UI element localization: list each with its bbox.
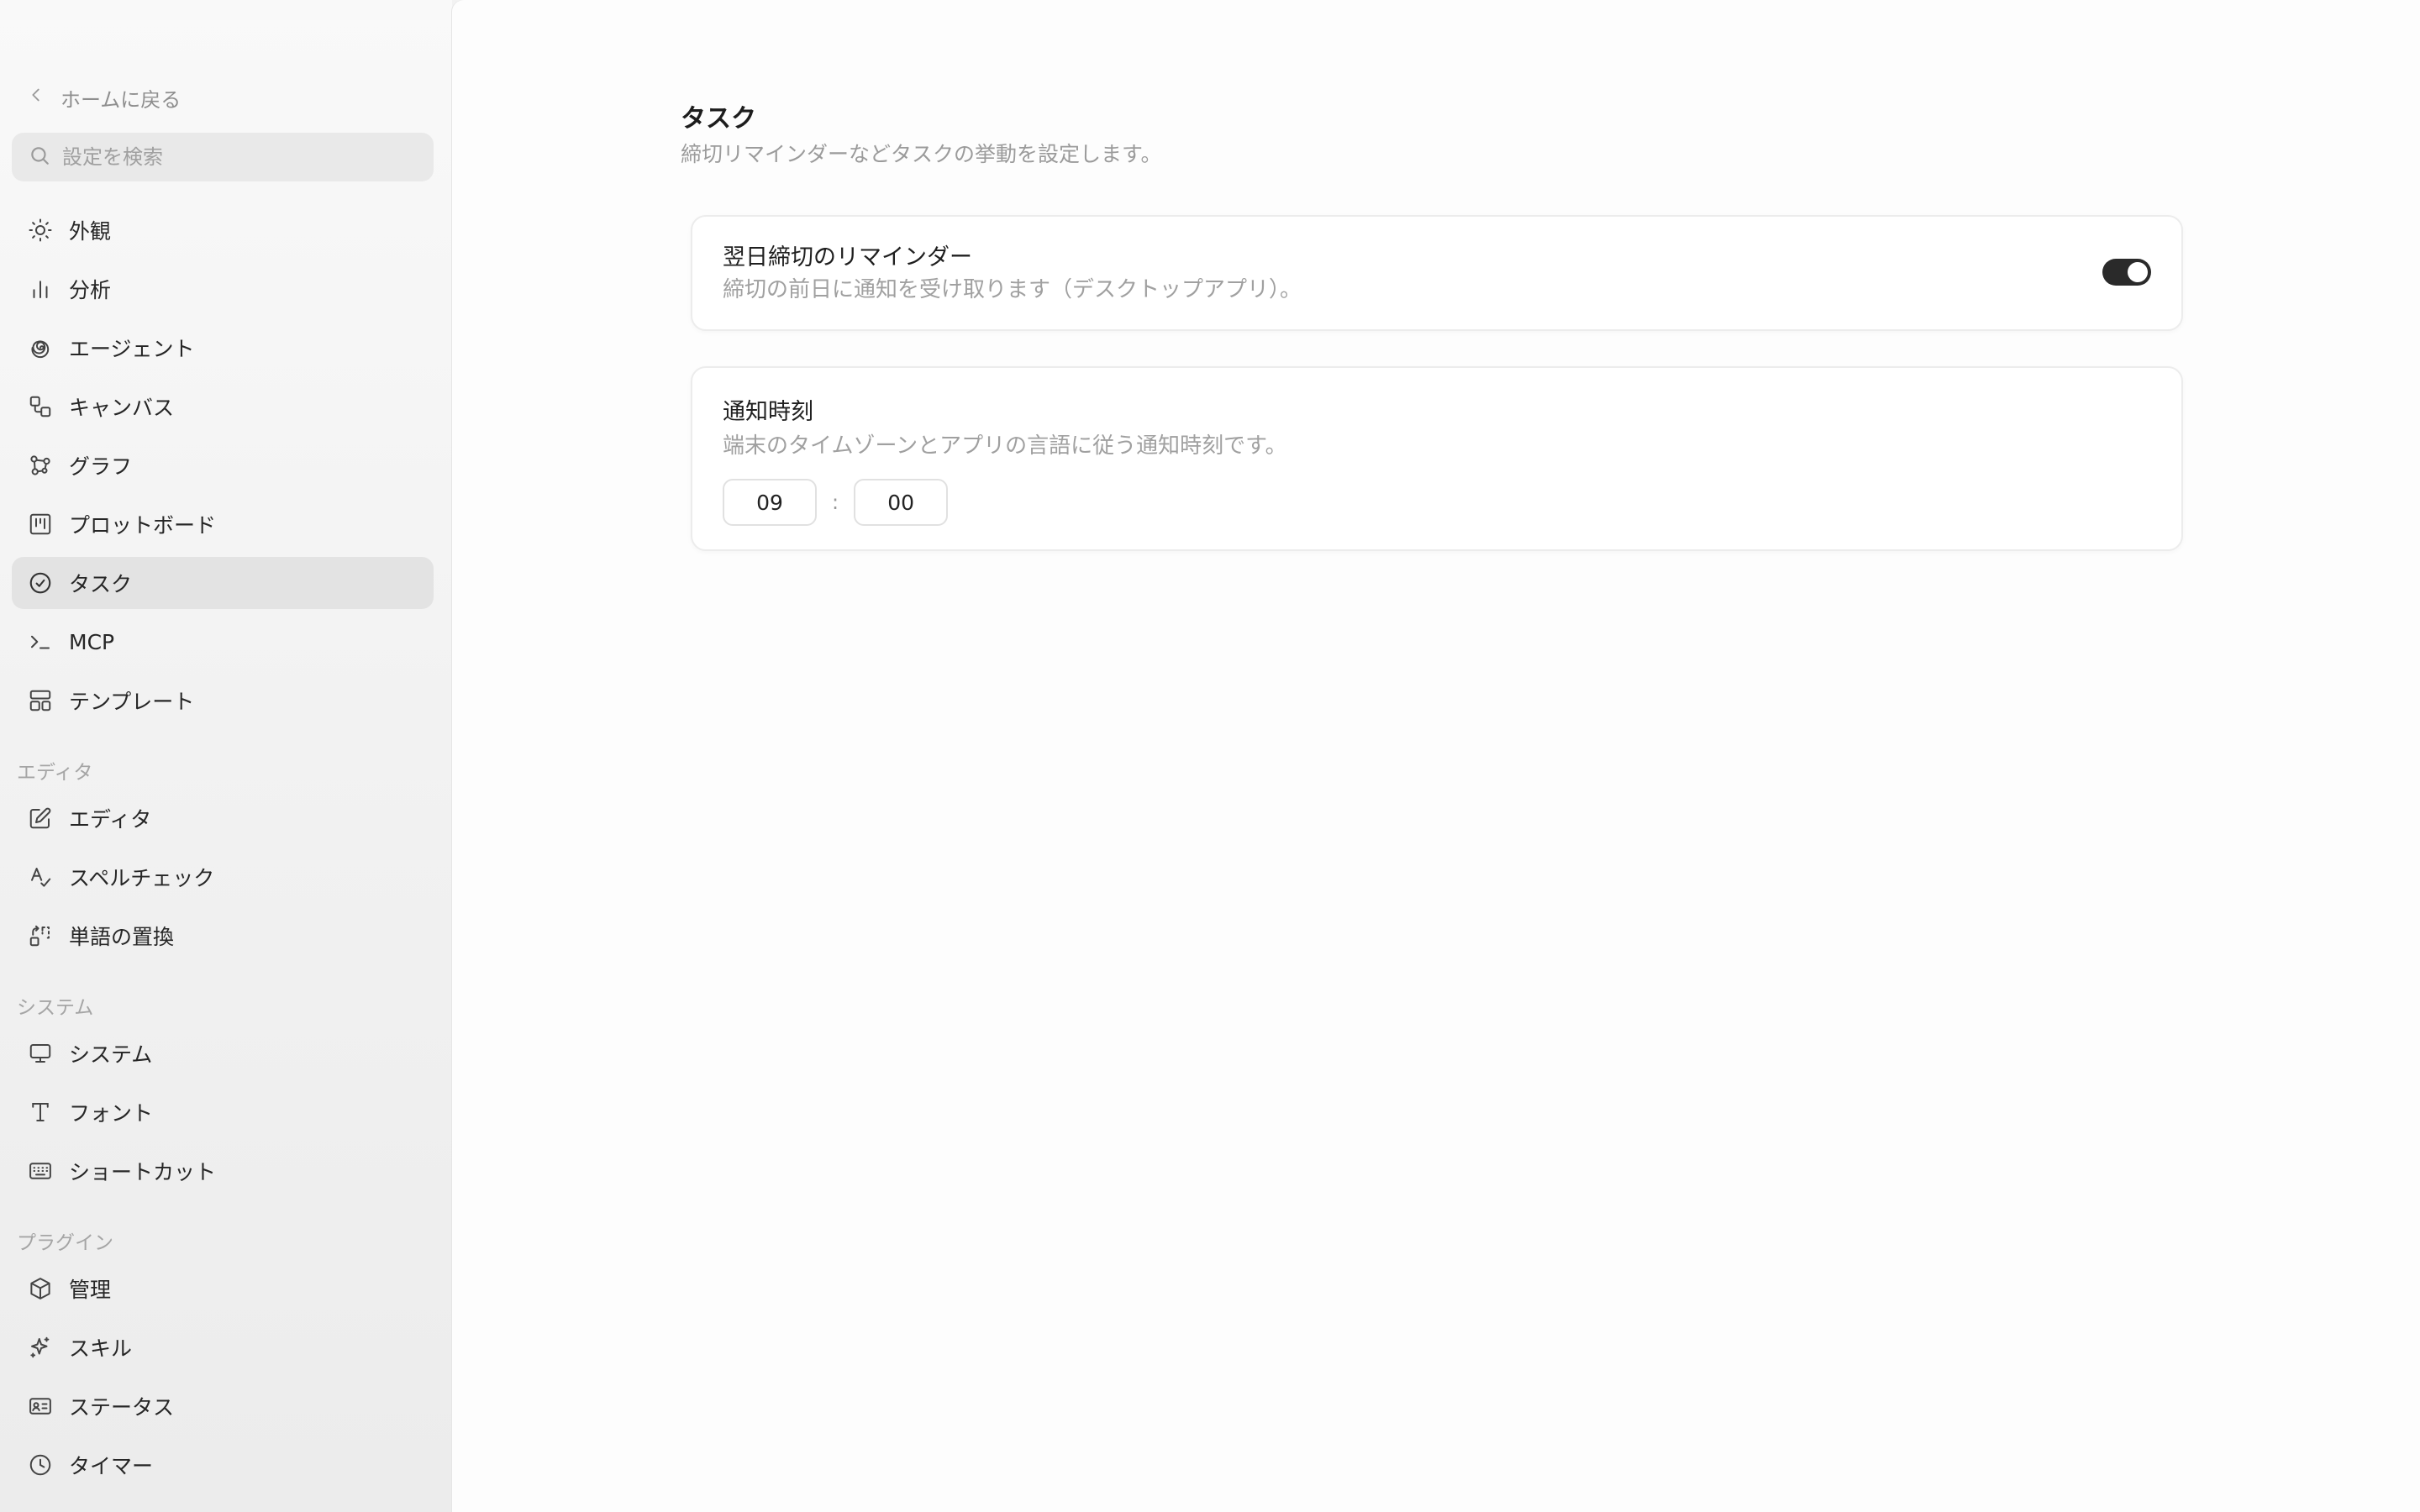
sidebar-item-label: ショートカット [69,1160,217,1184]
sidebar-item-manage[interactable]: 管理 [12,1263,434,1315]
sidebar-item-status[interactable]: ステータス [12,1380,434,1432]
sidebar-item-label: 分析 [69,278,112,302]
reminder-title: 翌日締切のリマインダー [723,244,972,270]
toggle-knob [2128,262,2148,282]
sidebar-item-spellcheck[interactable]: スペルチェック [12,851,434,903]
back-label: ホームに戻る [60,87,182,112]
settings-sidebar: ホームに戻る 外観 分析 エージェント [0,0,452,1512]
chevron-left-icon [27,86,45,109]
minute-input[interactable] [854,479,949,526]
page-title: タスク [681,104,756,134]
time-separator: : [832,491,839,514]
package-icon [27,1275,54,1302]
notify-time-description: 端末のタイムゾーンとアプリの言語に従う通知時刻です。 [723,433,1287,459]
edit-square-icon [27,805,54,832]
sidebar-item-skills[interactable]: スキル [12,1321,434,1373]
sidebar-item-graph[interactable]: グラフ [12,439,434,491]
sidebar-item-label: キャンバス [69,396,175,420]
sidebar-item-label: ステータス [69,1395,175,1420]
search-icon [29,144,50,170]
sidebar-item-label: グラフ [69,454,133,479]
search-input[interactable] [62,145,415,169]
monitor-icon [27,1040,54,1067]
sidebar-item-label: 単語の置換 [69,925,175,949]
sidebar-item-analytics[interactable]: 分析 [12,263,434,315]
sidebar-item-label: フォント [69,1101,154,1126]
keyboard-icon [27,1158,54,1184]
spiral-icon [27,334,54,361]
sidebar-item-label: タスク [69,572,133,596]
back-to-home-link[interactable]: ホームに戻る [27,81,181,114]
sidebar-item-canvas[interactable]: キャンバス [12,381,434,433]
notify-time-title: 通知時刻 [723,399,813,425]
canvas-shapes-icon [27,393,54,420]
sidebar-item-tasks[interactable]: タスク [12,557,434,609]
bar-chart-icon [27,276,54,302]
sidebar-item-mcp[interactable]: MCP [12,616,434,668]
reminder-setting-card: 翌日締切のリマインダー 締切の前日に通知を受け取ります（デスクトップアプリ）。 [691,215,2183,331]
check-circle-icon [27,570,54,596]
sidebar-item-label: 外観 [69,219,112,244]
sun-icon [27,217,54,244]
spell-check-icon [27,864,54,890]
settings-window: ホームに戻る 外観 分析 エージェント [0,0,2420,1512]
sidebar-item-timer[interactable]: タイマー [12,1439,434,1491]
sidebar-item-label: プロットボード [69,513,217,538]
graph-nodes-icon [27,452,54,479]
sidebar-item-label: タイマー [69,1454,154,1478]
sidebar-item-editor[interactable]: エディタ [12,792,434,844]
sidebar-item-word-replace[interactable]: 単語の置換 [12,910,434,962]
sidebar-item-system[interactable]: システム [12,1027,434,1079]
sidebar-item-fonts[interactable]: フォント [12,1086,434,1138]
sidebar-item-label: MCP [69,629,115,654]
reminder-toggle[interactable] [2102,259,2151,286]
sidebar-item-label: テンプレート [69,690,195,714]
sidebar-item-label: スキル [69,1336,133,1361]
kanban-board-icon [27,511,54,538]
terminal-prompt-icon [27,628,54,655]
sidebar-item-agent[interactable]: エージェント [12,322,434,374]
clock-icon [27,1452,54,1478]
sidebar-item-appearance[interactable]: 外観 [12,204,434,256]
sidebar-item-label: システム [69,1042,153,1067]
section-label-plugins: プラグイン [17,1232,113,1254]
time-picker: : [723,479,949,526]
id-card-icon [27,1393,54,1420]
section-label-system: システム [17,997,94,1019]
notify-time-card: 通知時刻 端末のタイムゾーンとアプリの言語に従う通知時刻です。 : [691,366,2183,551]
sidebar-item-label: 管理 [69,1278,112,1302]
reminder-description: 締切の前日に通知を受け取ります（デスクトップアプリ）。 [723,277,1302,302]
sparkle-icon [27,1334,54,1361]
settings-content: タスク 締切リマインダーなどタスクの挙動を設定します。 翌日締切のリマインダー … [452,0,2420,1512]
layout-template-icon [27,687,54,714]
section-label-editor: エディタ [17,762,93,784]
sidebar-item-label: エージェント [69,337,195,361]
sidebar-item-templates[interactable]: テンプレート [12,675,434,727]
replace-icon [27,922,54,949]
hour-input[interactable] [723,479,817,526]
sidebar-item-plotboard[interactable]: プロットボード [12,498,434,550]
sidebar-item-shortcuts[interactable]: ショートカット [12,1145,434,1197]
settings-search[interactable] [12,133,434,181]
sidebar-item-label: エディタ [69,807,152,832]
type-icon [27,1099,54,1126]
sidebar-item-label: スペルチェック [69,866,215,890]
page-subtitle: 締切リマインダーなどタスクの挙動を設定します。 [681,142,1162,166]
